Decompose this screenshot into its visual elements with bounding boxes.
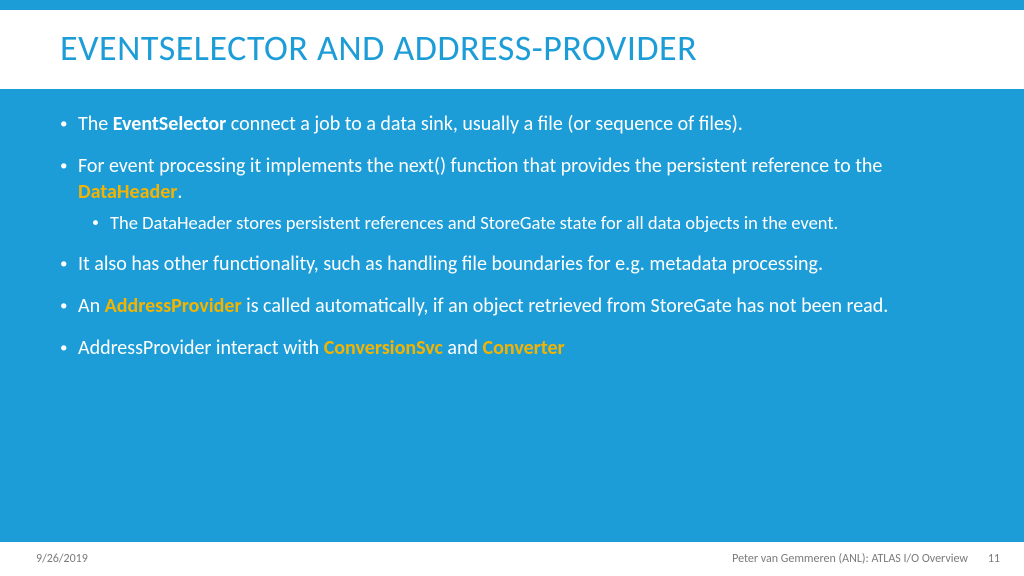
bullet-2-highlight: DataHeader [78,180,177,204]
slide-content: The EventSelector connect a job to a dat… [0,89,1024,576]
bullet-1-pre: The [78,112,113,136]
bullet-5: AddressProvider interact with Conversion… [60,335,964,361]
bullet-4: An AddressProvider is called automatical… [60,293,964,319]
bullet-2-sublist: The DataHeader stores persistent referen… [78,211,964,235]
top-accent-bar [0,0,1024,10]
footer-attribution: Peter van Gemmeren (ANL): ATLAS I/O Over… [732,552,968,566]
bullet-1: The EventSelector connect a job to a dat… [60,111,964,137]
bullet-2-pre: For event processing it implements the n… [78,154,882,178]
bullet-3: It also has other functionality, such as… [60,251,964,277]
slide-title: EVENTSELECTOR AND ADDRESS-PROVIDER [60,28,964,69]
bullet-4-pre: An [78,294,105,318]
slide: EVENTSELECTOR AND ADDRESS-PROVIDER The E… [0,0,1024,576]
title-band: EVENTSELECTOR AND ADDRESS-PROVIDER [0,10,1024,89]
bullet-2-sub-1: The DataHeader stores persistent referen… [92,211,964,235]
bullet-1-bold: EventSelector [113,112,227,136]
bullet-5-pre: AddressProvider interact with [78,336,324,360]
footer-date: 9/26/2019 [36,552,88,566]
bullet-5-mid: and [443,336,483,360]
bullet-list: The EventSelector connect a job to a dat… [60,111,964,361]
footer: 9/26/2019 Peter van Gemmeren (ANL): ATLA… [0,542,1024,576]
bullet-5-hl1: ConversionSvc [324,336,443,360]
bullet-5-hl2: Converter [483,336,565,360]
bullet-2-post: . [177,180,182,204]
bullet-2: For event processing it implements the n… [60,153,964,235]
bullet-4-post: is called automatically, if an object re… [242,294,889,318]
bullet-4-highlight: AddressProvider [105,294,242,318]
footer-page-number: 11 [982,552,1000,566]
bullet-1-post: connect a job to a data sink, usually a … [226,112,743,136]
